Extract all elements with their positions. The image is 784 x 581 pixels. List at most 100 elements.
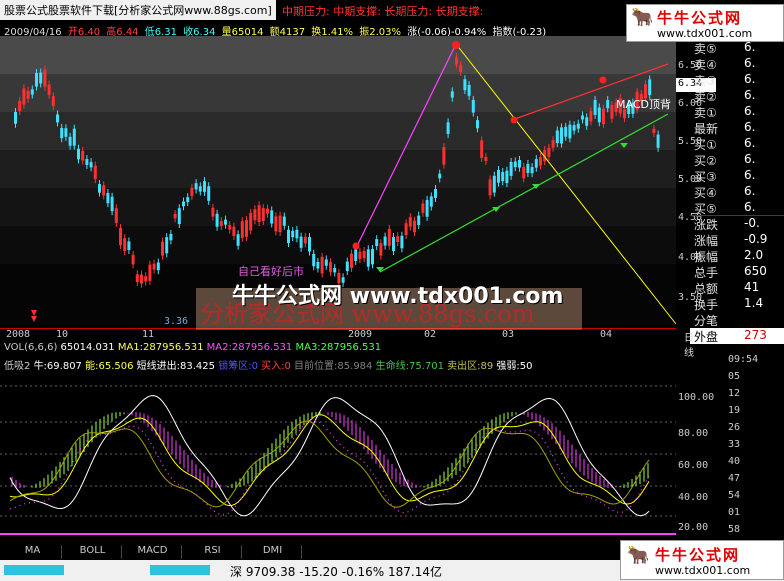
candle-body (173, 213, 177, 219)
tick-time-label: 58 (728, 524, 741, 535)
candle-body (602, 108, 605, 125)
indicator-axis-label: 40.00 (678, 492, 709, 503)
sidebar-value: 6. (744, 88, 756, 102)
tab-rsi[interactable]: RSI (184, 545, 242, 559)
candle-body (316, 261, 320, 269)
life-line (9, 420, 650, 508)
candle-body (446, 122, 450, 134)
sidebar-value: 6. (744, 152, 756, 166)
candle-body (438, 173, 442, 179)
candle-body (186, 197, 190, 203)
candle-body (387, 228, 391, 246)
candle-body (266, 208, 269, 214)
candle-body (274, 216, 278, 232)
tab-boll[interactable]: BOLL (64, 545, 122, 559)
candle-body (379, 243, 383, 256)
candle-body (22, 88, 26, 105)
candle-body (392, 237, 395, 252)
sidebar-row: 涨跌 -0. (690, 216, 784, 232)
period-label[interactable]: 日线 (684, 329, 694, 359)
candle-body (224, 219, 227, 225)
sidebar-label: 买④ (694, 186, 717, 200)
sidebar-label: 外盘 (694, 330, 719, 344)
candle-body (358, 251, 362, 260)
candle-body (140, 274, 143, 284)
sidebar-label: 卖⑤ (694, 42, 717, 56)
candle-body (89, 162, 93, 168)
candle-body (467, 85, 471, 96)
macd-marker-2 (599, 76, 607, 84)
bull-icon: 🐂 (627, 545, 650, 566)
tick-time-label: 40 (728, 456, 741, 467)
candle-body (425, 199, 429, 217)
sidebar-value: -0. (744, 216, 760, 230)
candle-body (64, 128, 68, 137)
candle-body (564, 126, 568, 137)
vol-ma2: MA2:287956.531 (206, 342, 293, 353)
candle-body (450, 91, 454, 98)
candle-body (463, 79, 467, 91)
sidebar-value: 273 (744, 328, 767, 342)
sidebar-value: 41 (744, 280, 760, 294)
tick-time-label: 47 (728, 473, 741, 484)
candle-body (593, 99, 597, 115)
sidebar-label: 买① (694, 138, 717, 152)
window-title: 股票公式股票软件下载[分析家公式网www.88gs.com] (0, 0, 276, 20)
candle-body (366, 249, 370, 267)
sidebar-row: 外盘 273 (690, 328, 784, 344)
sidebar-label: 总手 (694, 266, 719, 280)
sidebar-row: 分笔 (690, 312, 784, 328)
candle-body (371, 249, 374, 265)
neng-line (9, 414, 650, 507)
sidebar-label: 买③ (694, 170, 717, 184)
candle-body (228, 225, 232, 230)
candle-body (240, 221, 244, 238)
candle-body (93, 165, 97, 180)
sidebar-row: 涨幅 -0.9 (690, 232, 784, 248)
candle-body (131, 254, 135, 265)
sidebar-label: 总额 (694, 282, 719, 296)
tab-dmi[interactable]: DMI (244, 545, 302, 559)
tick-time-label: 09:54 (728, 354, 759, 365)
candle-body (383, 236, 387, 246)
indicator-axis-label: 100.00 (678, 392, 715, 403)
tab-macd[interactable]: MACD (124, 545, 182, 559)
candle-body (165, 237, 169, 254)
sidebar-value: 650 (744, 264, 767, 278)
brand-url: www.tdx001.com (655, 564, 751, 577)
candle-body (513, 161, 517, 168)
sidebar-value: 2.0 (744, 248, 764, 262)
candle-body (161, 241, 164, 256)
sidebar-row: 买② 6. (690, 152, 784, 168)
candle-body (282, 216, 286, 226)
tab-ma[interactable]: MA (4, 545, 62, 559)
candle-body (576, 123, 580, 129)
vol-value: 65014.031 (60, 342, 115, 353)
candle-body (291, 230, 295, 238)
candle-body (194, 183, 198, 190)
candle-body (324, 259, 328, 266)
candle-body (68, 136, 72, 146)
candle-body (156, 262, 160, 271)
tick-time-column: 09:54 05 12 19 26 33 40 47 54 01 58 (726, 354, 784, 542)
level-legend: 中期压力: 中期支撑: 长期压力: 长期支撑: (282, 5, 484, 18)
candle-body (219, 221, 223, 227)
candle-body (354, 249, 358, 261)
candle-body (417, 215, 421, 226)
peak-marker (452, 41, 460, 49)
candle-body (198, 186, 202, 192)
indicator-chart[interactable] (0, 370, 676, 542)
time-label: 03 (502, 329, 515, 340)
time-label: 2009 (348, 329, 373, 340)
brand-logo-bottom: 牛牛公式网 www.tdx001.com 🐂 (620, 540, 784, 580)
candle-body (312, 253, 316, 267)
candle-body (526, 163, 530, 173)
sidebar-label: 卖③ (694, 74, 717, 88)
candle-body (581, 115, 584, 120)
sidebar-label: 卖① (694, 106, 717, 120)
candle-body (207, 186, 211, 201)
watermark-primary: 牛牛公式网 www.tdx001.com (232, 284, 564, 309)
candle-body (572, 125, 576, 131)
candle-body (560, 127, 563, 144)
candle-body (396, 236, 400, 243)
